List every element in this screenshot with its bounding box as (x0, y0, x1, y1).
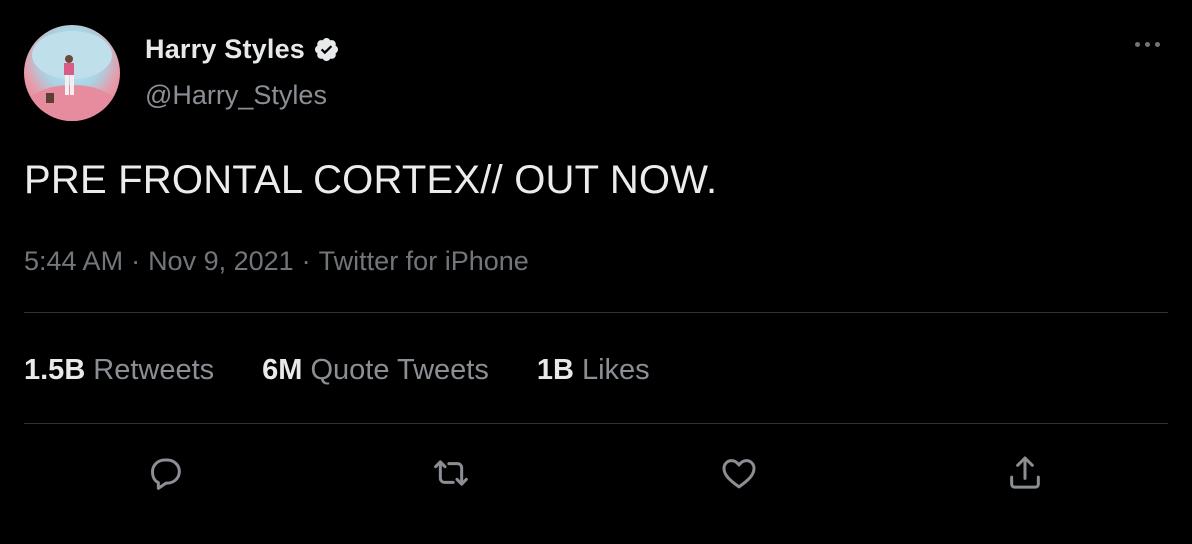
tweet-source[interactable]: Twitter for iPhone (319, 246, 529, 277)
avatar-image (26, 31, 118, 121)
avatar[interactable] (24, 25, 120, 121)
retweets-count: 1.5B (24, 354, 86, 386)
likes-label: Likes (581, 354, 650, 386)
divider (24, 423, 1168, 424)
author-handle[interactable]: @Harry_Styles (145, 80, 327, 111)
tweet-detail: Harry Styles @Harry_Styles PRE FRONTAL C… (0, 0, 1192, 544)
quote-tweets-stat[interactable]: 6M Quote Tweets (262, 354, 489, 387)
share-button[interactable] (1002, 450, 1048, 496)
meta-separator: · (301, 246, 311, 276)
tweet-time[interactable]: 5:44 AM (24, 246, 123, 277)
tweet-meta: 5:44 AM · Nov 9, 2021 · Twitter for iPho… (24, 246, 529, 277)
display-name[interactable]: Harry Styles (145, 34, 305, 65)
like-button[interactable] (716, 450, 762, 496)
engagement-stats: 1.5B Retweets 6M Quote Tweets 1B Likes (24, 354, 650, 387)
quote-tweets-label: Quote Tweets (310, 354, 489, 386)
tweet-text: PRE FRONTAL CORTEX// OUT NOW. (24, 158, 718, 202)
like-icon (722, 459, 756, 489)
author-name-row[interactable]: Harry Styles (145, 34, 340, 65)
retweets-stat[interactable]: 1.5B Retweets (24, 354, 214, 387)
divider (24, 312, 1168, 313)
reply-icon (151, 458, 181, 490)
quote-tweets-count: 6M (262, 354, 303, 386)
verified-badge-icon (313, 36, 340, 63)
retweets-label: Retweets (93, 354, 215, 386)
tweet-actions-bar (0, 450, 1192, 498)
retweet-button[interactable] (428, 450, 474, 496)
likes-count: 1B (536, 354, 574, 386)
likes-stat[interactable]: 1B Likes (537, 354, 650, 387)
meta-separator: · (131, 246, 141, 276)
more-options-icon[interactable] (1130, 36, 1164, 52)
reply-button[interactable] (142, 450, 188, 496)
retweet-icon (434, 460, 468, 486)
tweet-date[interactable]: Nov 9, 2021 (148, 246, 294, 277)
share-icon (1010, 456, 1040, 489)
